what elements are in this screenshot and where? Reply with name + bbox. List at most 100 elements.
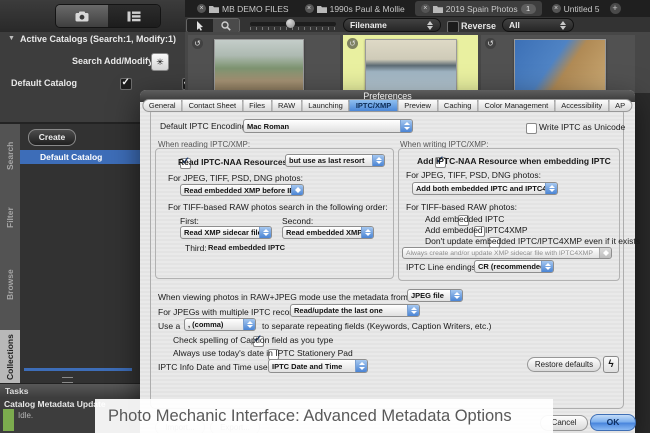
- tab-contact-sheet[interactable]: Contact Sheet: [181, 99, 244, 112]
- rotate-icon[interactable]: ↺: [485, 38, 496, 49]
- photo-mechanic-window: × MB DEMO FILES × 1990s Paul & Mollie × …: [0, 0, 650, 433]
- catalog-list-item-selected[interactable]: Default Catalog: [20, 150, 140, 164]
- writing-jpeg-label: For JPEG, TIFF, PSD, DNG photos:: [406, 170, 541, 180]
- file-tab-selected[interactable]: × 2019 Spain Photos 1: [414, 1, 542, 16]
- file-tab[interactable]: × MB DEMO FILES: [191, 1, 295, 16]
- file-tab-label: MB DEMO FILES: [222, 3, 289, 14]
- task-status: Idle.: [18, 411, 34, 420]
- tab-general[interactable]: General: [141, 99, 183, 112]
- sidebar-tab-search[interactable]: Search: [0, 134, 20, 178]
- tab-count-badge: 1: [520, 3, 536, 14]
- caption-bar: Photo Mechanic Interface: Advanced Metad…: [95, 399, 553, 433]
- reading-jpeg-dropdown[interactable]: Read embedded XMP before IPTC: [180, 184, 304, 196]
- panel-scrollbar[interactable]: [24, 368, 132, 371]
- sidebar-tab-browse[interactable]: Browse: [0, 262, 20, 308]
- camera-view-button[interactable]: [56, 5, 108, 27]
- encoding-dropdown[interactable]: Mac Roman: [243, 119, 413, 133]
- preferences-tab-bar: General Contact Sheet Files RAW Launchin…: [141, 99, 633, 112]
- arrow-tool-button[interactable]: [187, 19, 213, 32]
- separator-suffix-label: to separate repeating fields (Keywords, …: [262, 321, 492, 331]
- folder-icon: [209, 5, 219, 13]
- dropdown-stepper-icon: [355, 360, 367, 372]
- thumbnail-cell-selected[interactable]: ↺: [343, 35, 478, 93]
- burst-icon: ✳: [156, 57, 164, 67]
- active-catalogs-header: Active Catalogs (Search:1, Modify:1): [20, 34, 177, 44]
- create-catalog-button[interactable]: Create: [28, 129, 76, 146]
- multi-iptc-label: For JPEGs with multiple IPTC records:: [158, 307, 304, 317]
- tab-ap[interactable]: AP: [608, 99, 633, 112]
- encoding-value: Mac Roman: [247, 121, 290, 131]
- sidebar-tab-filter[interactable]: Filter: [0, 200, 20, 236]
- thumbnail-cell[interactable]: ↺: [188, 35, 340, 93]
- writing-jpeg-dropdown[interactable]: Add both embedded IPTC and IPTC4XMP: [412, 182, 558, 195]
- datetime-label: IPTC Info Date and Time uses:: [158, 362, 275, 372]
- tab-accessibility[interactable]: Accessibility: [554, 99, 610, 112]
- writing-tiff-label: For TIFF-based RAW photos:: [406, 202, 518, 212]
- datetime-dropdown[interactable]: IPTC Date and Time: [268, 359, 368, 373]
- reverse-label: Reverse: [461, 21, 497, 31]
- thumbnail-photo[interactable]: [514, 39, 606, 92]
- task-progress-block: [3, 409, 14, 431]
- sidecar-value: Always create and/or update XMP sidecar …: [406, 249, 593, 257]
- second-dropdown[interactable]: Read embedded XMP: [282, 226, 374, 239]
- spell-check-label: Check spelling of Caption field as you t…: [173, 335, 334, 345]
- first-dropdown[interactable]: Read XMP sidecar file: [180, 226, 272, 239]
- read-naa-dropdown[interactable]: but use as last resort: [285, 154, 385, 167]
- tab-raw[interactable]: RAW: [270, 99, 303, 112]
- tab-launching[interactable]: Launching: [301, 99, 350, 112]
- dropdown-stepper-icon: [407, 305, 419, 316]
- reading-jpeg-value: Read embedded XMP before IPTC: [184, 185, 291, 195]
- write-unicode-label: Write IPTC as Unicode: [539, 122, 626, 132]
- add-tab-button[interactable]: +: [609, 3, 621, 14]
- lightning-button[interactable]: ϟ: [603, 356, 619, 373]
- close-tab-icon[interactable]: ×: [420, 4, 430, 13]
- file-tab-label: Untitled 5: [563, 3, 600, 14]
- third-label: Third:: [185, 243, 207, 253]
- file-tab[interactable]: × Untitled 5: [546, 1, 606, 16]
- catalog-view-button[interactable]: [108, 5, 160, 27]
- restore-defaults-button[interactable]: Restore defaults: [527, 357, 601, 372]
- rotate-icon[interactable]: ↺: [192, 38, 203, 49]
- loupe-tool-button[interactable]: [213, 19, 239, 32]
- tab-preview[interactable]: Preview: [397, 99, 438, 112]
- tab-caching[interactable]: Caching: [436, 99, 479, 112]
- tab-files[interactable]: Files: [242, 99, 272, 112]
- pointer-tool-toggle: [186, 18, 240, 33]
- first-value: Read XMP sidecar file: [184, 228, 259, 237]
- rotate-icon[interactable]: ↺: [347, 38, 358, 49]
- multi-iptc-value: Read/update the last one: [294, 306, 383, 315]
- slider-thumb[interactable]: [286, 19, 295, 28]
- sort-by-dropdown[interactable]: Filename: [343, 18, 441, 32]
- close-tab-icon[interactable]: ×: [304, 4, 314, 13]
- disclosure-triangle-icon[interactable]: ▼: [8, 35, 15, 42]
- separator-dropdown[interactable]: , (comma): [184, 318, 256, 331]
- rawjpeg-label: When viewing photos in RAW+JPEG mode use…: [158, 292, 425, 302]
- ok-button[interactable]: OK: [590, 414, 636, 431]
- close-tab-icon[interactable]: ×: [197, 4, 206, 13]
- write-unicode-checkbox[interactable]: [526, 123, 537, 134]
- magnifier-icon: [221, 20, 231, 31]
- datetime-value: IPTC Date and Time: [272, 361, 343, 371]
- sidebar-tab-collections[interactable]: Collections: [0, 330, 20, 384]
- multi-iptc-dropdown[interactable]: Read/update the last one: [290, 304, 420, 317]
- tab-color-management[interactable]: Color Management: [477, 99, 556, 112]
- add-naa-label: Add IPTC-NAA Resource when embedding IPT…: [417, 156, 611, 166]
- thumbnail-photo[interactable]: [365, 39, 457, 92]
- search-column-label: Search: [72, 56, 103, 66]
- filter-dropdown[interactable]: All: [502, 18, 574, 32]
- search-checkbox[interactable]: [120, 77, 133, 90]
- line-endings-dropdown[interactable]: CR (recommended): [474, 260, 554, 273]
- rawjpeg-dropdown[interactable]: JPEG file: [407, 289, 463, 302]
- close-tab-icon[interactable]: ×: [551, 4, 561, 13]
- dropdown-arrows-icon: [560, 20, 567, 30]
- sidecar-dropdown[interactable]: Always create and/or update XMP sidecar …: [402, 247, 612, 259]
- writing-jpeg-value: Add both embedded IPTC and IPTC4XMP: [416, 184, 545, 193]
- thumbnail-cell[interactable]: ↺: [481, 35, 635, 93]
- file-tab[interactable]: × 1990s Paul & Mollie: [299, 1, 411, 16]
- thumbnail-size-slider[interactable]: [250, 19, 336, 30]
- sort-by-value: Filename: [350, 20, 387, 30]
- thumbnail-photo[interactable]: [214, 39, 304, 92]
- catalog-options-button[interactable]: ✳: [151, 53, 169, 71]
- dropdown-stepper-icon: [361, 227, 373, 238]
- tab-iptc-xmp[interactable]: IPTC/XMP: [348, 99, 399, 112]
